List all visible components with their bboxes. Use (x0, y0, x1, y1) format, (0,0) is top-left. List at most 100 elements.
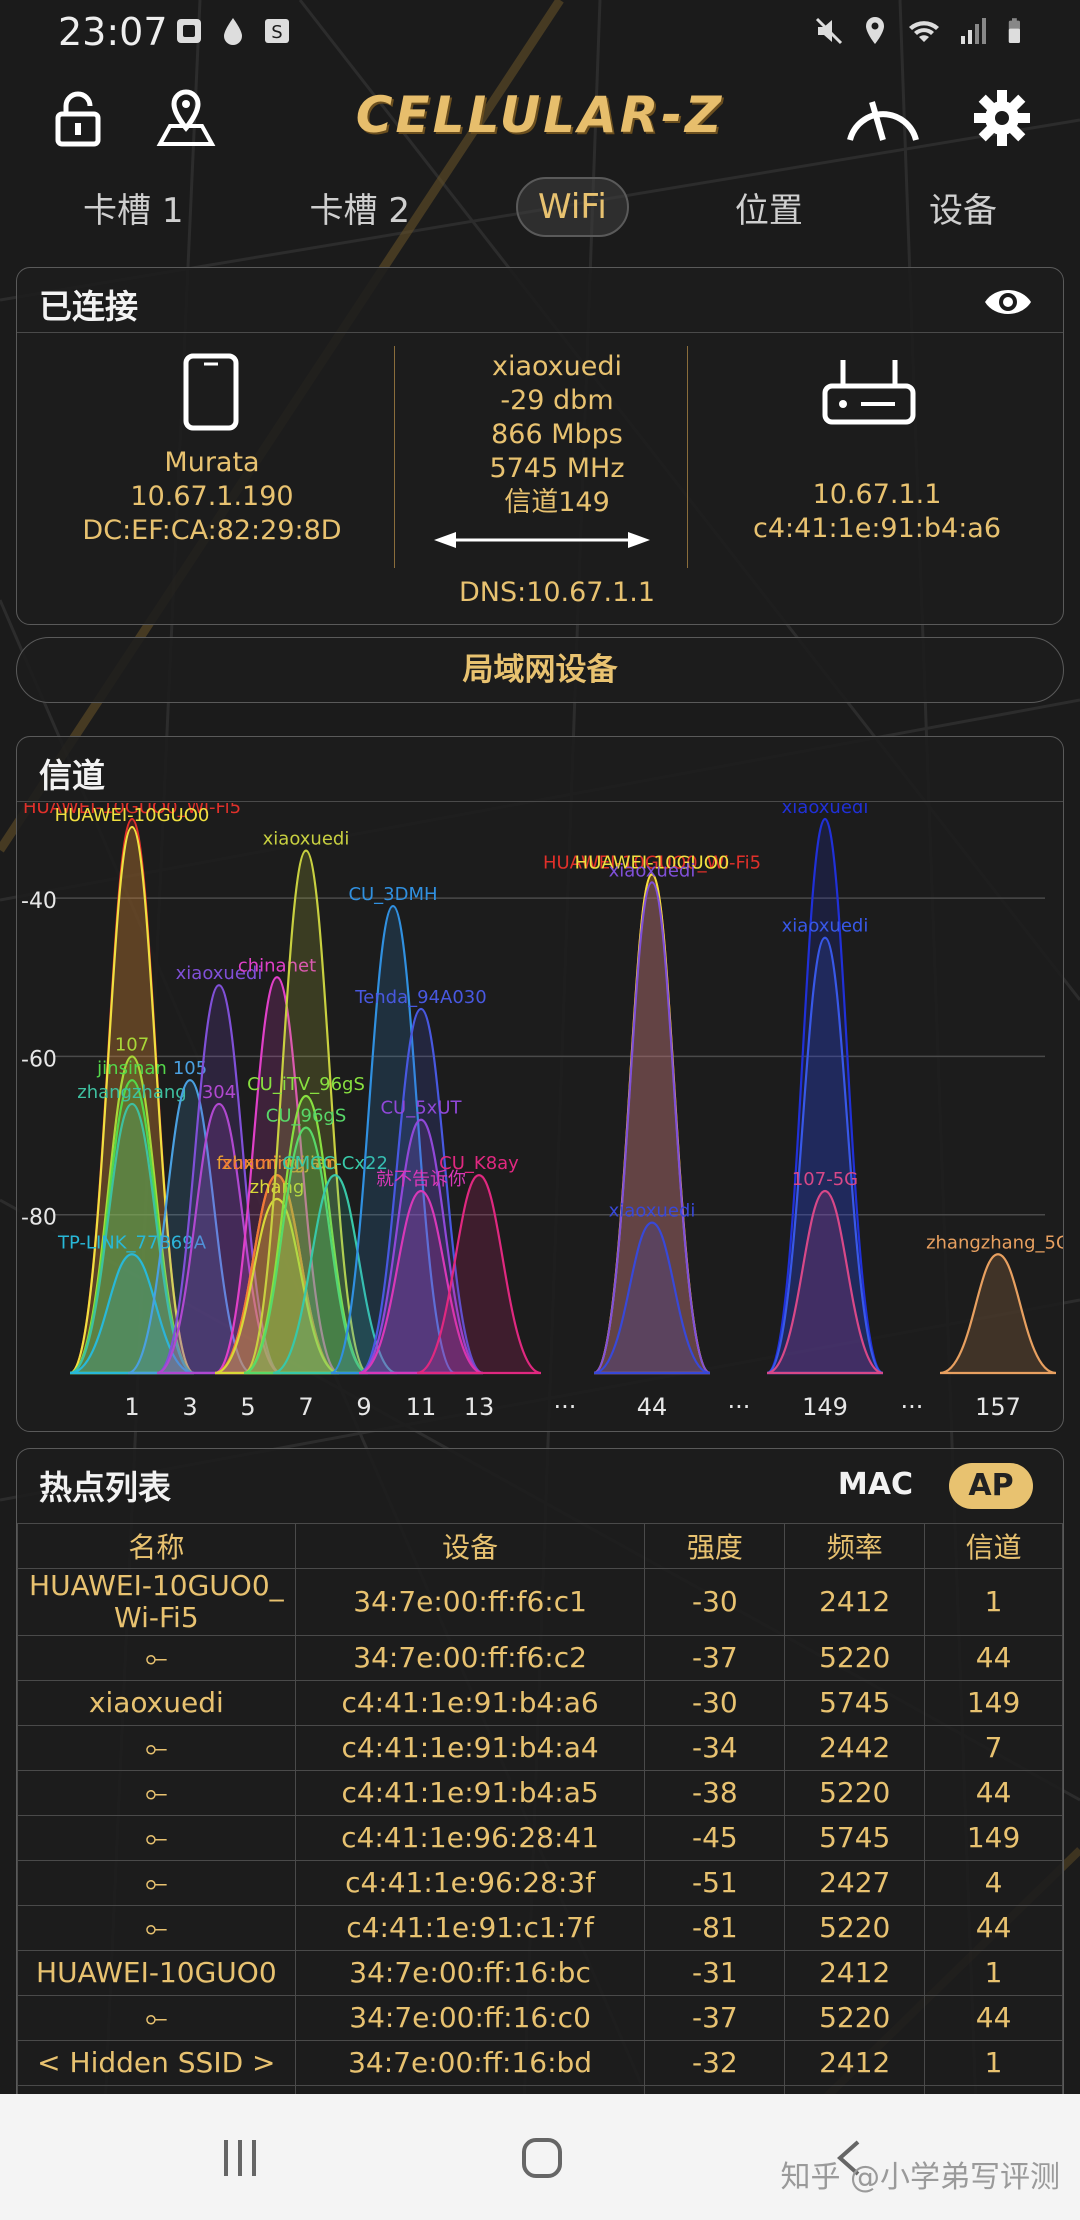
tab-sim-1[interactable]: 卡槽 1 (63, 175, 203, 240)
hotspot-channel: 149 (924, 1815, 1063, 1861)
y-tick-label: -60 (21, 1047, 57, 1072)
hotspot-channel: 4 (924, 1860, 1063, 1906)
water-drop-icon (224, 18, 242, 45)
hotspot-name: ⟜ (17, 1770, 296, 1816)
hotspot-frequency: 2427 (784, 1860, 926, 1906)
table-row[interactable]: ⟜ 34:7e:00:ff:16:c0 -37 5220 44 (17, 1995, 1063, 2041)
signal-label: Tenda_94A030 (354, 987, 486, 1008)
signal-label: 107-5G (792, 1169, 858, 1190)
hotspot-mac: c4:41:1e:96:28:41 (294, 1815, 646, 1861)
hotspot-frequency: 2442 (784, 1725, 926, 1771)
eye-icon[interactable] (983, 284, 1033, 320)
link-signal: -29 dbm (500, 385, 614, 416)
hotspot-frequency: 5220 (784, 1770, 926, 1816)
link-info: xiaoxuedi -29 dbm 866 Mbps 5745 MHz 信道14… (407, 350, 707, 520)
ap-toggle[interactable]: AP (949, 1463, 1033, 1509)
table-row[interactable]: ⟜ c4:41:1e:91:b4:a5 -38 5220 44 (17, 1770, 1063, 1816)
hotspot-channel: 44 (924, 1635, 1063, 1681)
divider-left (394, 346, 395, 568)
screenshot-icon (177, 19, 201, 43)
hotspot-mac: 34:7e:00:ff:16:bd (294, 2040, 646, 2086)
wifi-icon (909, 21, 939, 42)
x-tick-label: 5 (240, 1393, 255, 1421)
table-row[interactable]: ⟜ c4:41:1e:91:b4:a4 -34 2442 7 (17, 1725, 1063, 1771)
hotspot-frequency: 2412 (784, 1950, 926, 1996)
table-row[interactable]: ⟜ 34:7e:00:ff:f6:c2 -37 5220 44 (17, 1635, 1063, 1681)
top-bar: CELLULAR-Z (0, 78, 1080, 158)
x-tick-label: 44 (637, 1393, 668, 1421)
hotspot-name: ⟜ (17, 1905, 296, 1951)
table-row[interactable]: HUAWEI-10GUO0 34:7e:00:ff:16:bc -31 2412 1 (17, 1950, 1063, 1996)
hotspot-strength: -38 (644, 1770, 786, 1816)
home-icon[interactable] (520, 2136, 564, 2180)
status-time: 23:07 (58, 10, 168, 54)
lock-icon[interactable] (48, 88, 108, 148)
signal-curve (939, 1253, 1057, 1375)
hotspot-name: ⟜ (17, 1815, 296, 1861)
hotspot-channel: 44 (924, 1995, 1063, 2041)
router-icon (822, 360, 916, 425)
lan-devices-button[interactable]: 局域网设备 (16, 637, 1064, 703)
signal-label: CU_5xUT (380, 1098, 462, 1119)
device-info: Murata 10.67.1.190 DC:EF:CA:82:29:8D (37, 446, 387, 548)
x-tick-label: ··· (554, 1393, 577, 1421)
hotspot-mac: c4:41:1e:91:b4:a4 (294, 1725, 646, 1771)
recent-apps-icon[interactable] (220, 2138, 260, 2178)
signal-label: CU_iTV_96gS (247, 1074, 365, 1095)
cell-signal-icon (961, 18, 986, 44)
table-row[interactable]: ⟜ c4:41:1e:96:28:41 -45 5745 149 (17, 1815, 1063, 1861)
col-strength[interactable]: 强度 (644, 1523, 786, 1569)
svg-text:S: S (271, 22, 282, 43)
table-row[interactable]: ⟜ c4:41:1e:91:c1:7f -81 5220 44 (17, 1905, 1063, 1951)
link-frequency: 5745 MHz (489, 453, 625, 484)
table-row[interactable]: < Hidden SSID >34:7e:00:ff:16:bd -32 2412 1 (17, 2040, 1063, 2086)
table-row[interactable]: xiaoxuedi c4:41:1e:91:b4:a6 -30 5745 149 (17, 1680, 1063, 1726)
x-tick-label: 11 (406, 1393, 437, 1421)
hotspot-name: HUAWEI-10GUO0 (17, 1950, 296, 1996)
hotspot-strength: -37 (644, 1995, 786, 2041)
col-name[interactable]: 名称 (17, 1523, 296, 1569)
tab-wifi[interactable]: WiFi (516, 177, 629, 237)
mac-toggle[interactable]: MAC (838, 1467, 913, 1502)
col-frequency[interactable]: 频率 (784, 1523, 926, 1569)
battery-icon (1008, 18, 1020, 43)
signal-label: 304 (202, 1082, 236, 1103)
mute-icon (815, 17, 843, 45)
channel-title: 信道 (39, 756, 105, 795)
status-bar: 23:07 S (0, 0, 1080, 66)
tab-sim-2[interactable]: 卡槽 2 (290, 175, 430, 240)
signal-label: zhangzhang (77, 1082, 186, 1103)
tab-location[interactable]: 位置 (715, 175, 823, 240)
x-tick-label: 7 (298, 1393, 313, 1421)
x-tick-label: 1 (124, 1393, 139, 1421)
connected-panel: 已连接 Murata 10.67.1.190 DC:EF:CA:82:29:8D… (16, 267, 1064, 625)
hotspot-channel: 44 (924, 1905, 1063, 1951)
router-mac: c4:41:1e:91:b4:a6 (752, 513, 1002, 544)
x-tick-label: 149 (802, 1393, 848, 1421)
link-speed: 866 Mbps (491, 419, 623, 450)
hotspot-frequency: 5745 (784, 1680, 926, 1726)
signal-label: xiaoxuedi (782, 803, 869, 818)
hotspot-name: ⟜ (17, 1860, 296, 1906)
col-channel[interactable]: 信道 (924, 1523, 1063, 1569)
signal-label: xiaoxuedi (609, 860, 696, 881)
hotspot-name: ⟜ (17, 1995, 296, 2041)
watermark: 知乎 @小学弟写评测 (780, 2160, 1060, 2195)
hotspot-strength: -32 (644, 2040, 786, 2086)
speedometer-icon[interactable] (842, 88, 924, 148)
hotspot-panel: 热点列表 MAC AP 名称 设备 强度 频率 信道 HUAWEI-10GUO0… (16, 1448, 1064, 2098)
tab-device[interactable]: 设备 (909, 175, 1017, 240)
channel-chart: -40-60-801 3 5 7 9 11 13 ··· 44 ··· 149 ··· 157HUAWE… (21, 803, 1063, 1421)
signal-label: xiaoxuedi (609, 1201, 696, 1222)
table-row[interactable]: HUAWEI-10GUO0_ Wi-Fi5 34:7e:00:ff:f6:c1 -3… (17, 1568, 1063, 1636)
gear-icon[interactable] (972, 88, 1032, 148)
device-ip: 10.67.1.190 (130, 481, 294, 512)
hotspot-channel: 149 (924, 1680, 1063, 1726)
hotspot-channel: 1 (924, 1568, 1063, 1636)
hotspot-strength: -81 (644, 1905, 786, 1951)
col-device[interactable]: 设备 (294, 1523, 646, 1569)
hotspot-channel: 1 (924, 1950, 1063, 1996)
device-name: Murata (164, 447, 260, 478)
map-pin-icon[interactable] (156, 88, 216, 148)
table-row[interactable]: ⟜ c4:41:1e:96:28:3f -51 2427 4 (17, 1860, 1063, 1906)
